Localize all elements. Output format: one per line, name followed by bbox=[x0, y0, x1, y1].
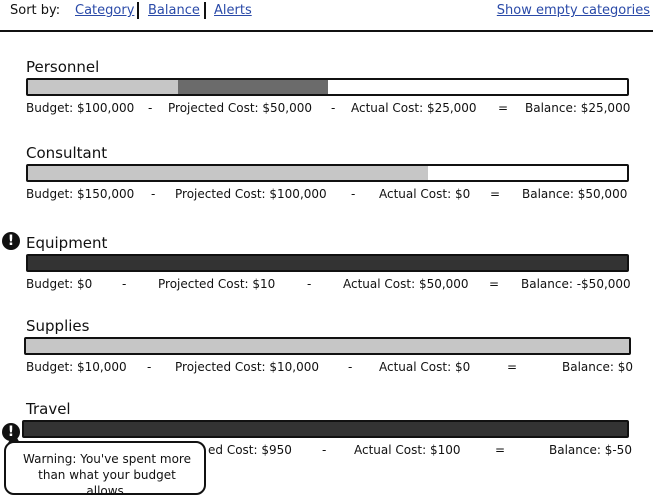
minus-sign: - bbox=[147, 360, 152, 374]
budget-bar[interactable] bbox=[26, 164, 629, 182]
budget-bar[interactable] bbox=[26, 78, 629, 96]
budget-summary: Budget: $0 - Projected Cost: $10 - Actua… bbox=[26, 277, 636, 293]
budget-bar[interactable] bbox=[22, 420, 629, 438]
sort-category-link[interactable]: Category bbox=[75, 3, 134, 18]
category-name: Consultant bbox=[26, 144, 108, 162]
show-empty-categories-link[interactable]: Show empty categories bbox=[497, 3, 650, 18]
actual-value: Actual Cost: $50,000 bbox=[343, 277, 469, 291]
minus-sign: - bbox=[307, 277, 312, 291]
projected-value: Projected Cost: $10,000 bbox=[175, 360, 320, 374]
projected-value: ed Cost: $950 bbox=[208, 443, 292, 457]
header-divider bbox=[0, 30, 653, 32]
minus-sign: - bbox=[122, 277, 127, 291]
divider bbox=[137, 2, 139, 19]
tooltip-text: Warning: You've spent more than what you… bbox=[23, 452, 191, 498]
budget-value: Budget: $150,000 bbox=[26, 187, 135, 201]
category-name: Travel bbox=[26, 400, 71, 418]
over-budget-fill bbox=[28, 256, 627, 270]
balance-value: Balance: $-50 bbox=[549, 443, 632, 457]
balance-value: Balance: $0 bbox=[562, 360, 633, 374]
balance-value: Balance: $50,000 bbox=[522, 187, 628, 201]
projected-value: Projected Cost: $10 bbox=[158, 277, 276, 291]
equals-sign: = bbox=[495, 443, 506, 457]
category-equipment: Equipment Budget: $0 - Projected Cost: $… bbox=[0, 234, 653, 304]
projected-value: Projected Cost: $100,000 bbox=[175, 187, 327, 201]
sort-label: Sort by: bbox=[10, 3, 61, 18]
budget-value: Budget: $100,000 bbox=[26, 101, 135, 115]
minus-sign: - bbox=[351, 187, 356, 201]
divider bbox=[204, 2, 206, 19]
category-personnel: Personnel Budget: $100,000 - Projected C… bbox=[0, 58, 653, 128]
balance-value: Balance: $25,000 bbox=[525, 101, 631, 115]
actual-value: Actual Cost: $0 bbox=[379, 360, 471, 374]
equals-sign: = bbox=[507, 360, 518, 374]
minus-sign: - bbox=[148, 101, 153, 115]
sort-balance-link[interactable]: Balance bbox=[148, 3, 200, 18]
category-name: Personnel bbox=[26, 58, 100, 76]
projected-fill bbox=[26, 339, 629, 353]
projected-fill bbox=[28, 166, 428, 180]
sort-bar: Sort by: Category Balance Alerts Show em… bbox=[0, 2, 653, 23]
category-name: Supplies bbox=[26, 317, 90, 335]
minus-sign: - bbox=[151, 187, 156, 201]
budget-bar[interactable] bbox=[26, 254, 629, 272]
sort-alerts-link[interactable]: Alerts bbox=[214, 3, 252, 18]
category-supplies: Supplies Budget: $10,000 - Projected Cos… bbox=[0, 317, 653, 387]
budget-value: Budget: $0 bbox=[26, 277, 93, 291]
minus-sign: - bbox=[322, 443, 327, 457]
minus-sign: - bbox=[331, 101, 336, 115]
minus-sign: - bbox=[348, 360, 353, 374]
budget-bar[interactable] bbox=[24, 337, 631, 355]
over-budget-fill bbox=[24, 422, 627, 436]
actual-value: Actual Cost: $0 bbox=[379, 187, 471, 201]
category-name: Equipment bbox=[26, 234, 108, 252]
actual-value: Actual Cost: $100 bbox=[354, 443, 461, 457]
balance-value: Balance: -$50,000 bbox=[521, 277, 631, 291]
warning-tooltip: Warning: You've spent more than what you… bbox=[4, 441, 206, 498]
actual-value: Actual Cost: $25,000 bbox=[351, 101, 477, 115]
projected-value: Projected Cost: $50,000 bbox=[168, 101, 313, 115]
equals-sign: = bbox=[498, 101, 509, 115]
equals-sign: = bbox=[490, 187, 501, 201]
budget-summary: Budget: $10,000 - Projected Cost: $10,00… bbox=[26, 360, 636, 376]
actual-fill bbox=[177, 80, 328, 94]
budget-summary: Budget: $150,000 - Projected Cost: $100,… bbox=[26, 187, 636, 203]
budget-value: Budget: $10,000 bbox=[26, 360, 127, 374]
category-consultant: Consultant Budget: $150,000 - Projected … bbox=[0, 144, 653, 214]
equals-sign: = bbox=[489, 277, 500, 291]
budget-summary: Budget: $100,000 - Projected Cost: $50,0… bbox=[26, 101, 636, 117]
